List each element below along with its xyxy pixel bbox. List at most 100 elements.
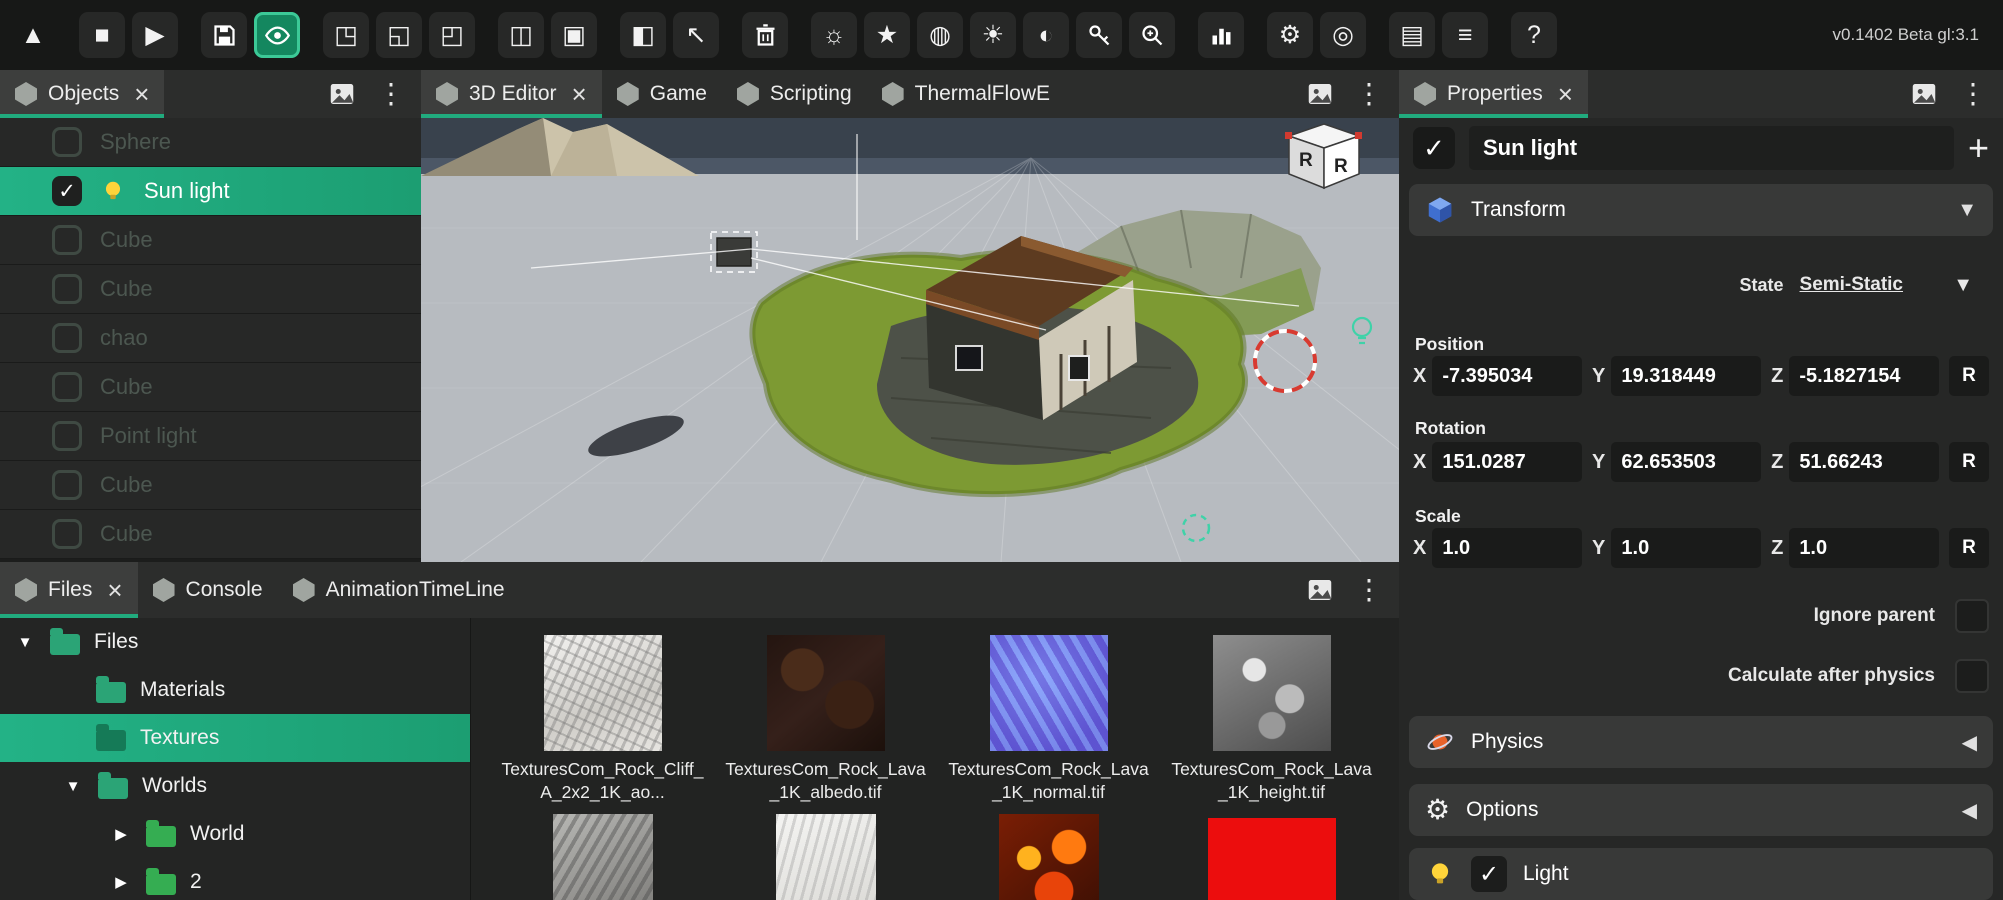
visibility-checkbox[interactable] [52,470,82,500]
visibility-checkbox[interactable] [52,225,82,255]
texture-thumbnail[interactable] [1208,818,1336,900]
eject-icon[interactable]: ▲ [10,12,56,58]
visibility-checkbox[interactable] [52,323,82,353]
rotation-reset-button[interactable]: R [1949,442,1989,482]
state-dropdown[interactable]: Semi-Static [1800,274,1903,296]
visibility-checkbox[interactable] [52,421,82,451]
contrast-icon[interactable]: ◐ [1023,12,1069,58]
more-options-icon[interactable]: ⋮ [1959,80,1987,108]
tree-item-world[interactable]: ▶ World [0,810,470,858]
visibility-icon[interactable] [254,12,300,58]
collapsed-arrow-icon[interactable]: ▶ [110,825,132,843]
list-item[interactable]: Cube [0,510,421,559]
collapse-arrow-icon[interactable]: ▼ [1957,199,1977,222]
position-z-input[interactable] [1789,356,1939,396]
tree-item-2[interactable]: ▶ 2 [0,858,470,900]
list-item[interactable]: Cube [0,363,421,412]
screenshot-icon[interactable] [1305,575,1335,605]
trash-icon[interactable] [742,12,788,58]
texture-thumbnail[interactable] [990,635,1108,751]
expand-arrow-icon[interactable]: ▼ [62,778,84,795]
brightness-icon[interactable]: ☀ [970,12,1016,58]
enabled-checkbox[interactable]: ✓ [1413,127,1455,169]
screenshot-icon[interactable] [327,79,357,109]
position-x-input[interactable] [1432,356,1582,396]
rotation-z-input[interactable] [1789,442,1939,482]
paste-icon[interactable]: ▣ [551,12,597,58]
key-icon[interactable] [1076,12,1122,58]
tab-scripting[interactable]: Scripting [722,70,867,118]
list-item[interactable]: Cube [0,216,421,265]
tab-animation-timeline[interactable]: AnimationTimeLine [278,562,520,618]
texture-thumbnail[interactable] [553,814,653,900]
texture-thumbnail[interactable] [999,814,1099,900]
close-icon[interactable]: × [107,577,122,603]
notifications-icon[interactable]: ◍ [917,12,963,58]
logs-icon[interactable]: ≡ [1442,12,1488,58]
new-window-icon[interactable]: ◳ [323,12,369,58]
calc-after-physics-checkbox[interactable] [1955,659,1989,693]
more-options-icon[interactable]: ⋮ [377,80,405,108]
position-y-input[interactable] [1611,356,1761,396]
close-icon[interactable]: × [134,81,149,107]
viewport-3d[interactable]: R R [421,118,1399,562]
add-component-button[interactable]: + [1968,127,1989,169]
help-icon[interactable]: ? [1511,12,1557,58]
tab-3d-editor[interactable]: 3D Editor × [421,70,602,118]
list-item[interactable]: Cube [0,461,421,510]
scale-z-input[interactable] [1789,528,1939,568]
tab-console[interactable]: Console [138,562,278,618]
list-item-selected[interactable]: ✓ Sun light [0,167,421,216]
engine-gear-icon[interactable]: ◎ [1320,12,1366,58]
scale-reset-button[interactable]: R [1949,528,1989,568]
settings-icon[interactable]: ⚙ [1267,12,1313,58]
texture-thumbnail[interactable] [1213,635,1331,751]
save-icon[interactable] [201,12,247,58]
more-options-icon[interactable]: ⋮ [1355,80,1383,108]
copy-icon[interactable]: ◫ [498,12,544,58]
texture-thumbnail[interactable] [767,635,885,751]
tree-item-materials[interactable]: Materials [0,666,470,714]
list-item[interactable]: Cube [0,265,421,314]
close-icon[interactable]: × [1558,81,1573,107]
tab-game[interactable]: Game [602,70,722,118]
move-tool-icon[interactable]: ↖ [673,12,719,58]
texture-thumbnail[interactable] [776,814,876,900]
list-item[interactable]: chao [0,314,421,363]
tab-objects[interactable]: Objects × [0,70,164,118]
transform-section-header[interactable]: Transform ▼ [1409,184,1993,236]
light-section-header[interactable]: ✓ Light [1409,848,1993,900]
screen-select-icon[interactable]: ◧ [620,12,666,58]
scale-y-input[interactable] [1611,528,1761,568]
float-window-icon[interactable]: ◰ [429,12,475,58]
list-item[interactable]: Sphere [0,118,421,167]
tab-properties[interactable]: Properties × [1399,70,1588,118]
screenshot-icon[interactable] [1305,79,1335,109]
list-item[interactable]: Point light [0,412,421,461]
dropdown-arrow-icon[interactable]: ▼ [1953,274,1973,297]
zoom-icon[interactable] [1129,12,1175,58]
position-reset-button[interactable]: R [1949,356,1989,396]
texture-thumbnail[interactable] [544,635,662,751]
play-icon[interactable]: ▶ [132,12,178,58]
visibility-checkbox[interactable] [52,274,82,304]
favorites-icon[interactable]: ★ [864,12,910,58]
rotation-y-input[interactable] [1611,442,1761,482]
visibility-checkbox[interactable] [52,372,82,402]
collapsed-arrow-icon[interactable]: ◀ [1962,798,1977,823]
expand-arrow-icon[interactable]: ▼ [14,634,36,651]
tab-files[interactable]: Files × [0,562,138,618]
more-options-icon[interactable]: ⋮ [1355,576,1383,604]
collapsed-arrow-icon[interactable]: ◀ [1962,730,1977,755]
visibility-checkbox[interactable] [52,127,82,157]
ignore-parent-checkbox[interactable] [1955,599,1989,633]
stop-icon[interactable]: ■ [79,12,125,58]
screenshot-icon[interactable] [1909,79,1939,109]
visibility-checkbox[interactable] [52,519,82,549]
object-name-input[interactable] [1469,126,1954,170]
rotation-x-input[interactable] [1432,442,1582,482]
tree-item-worlds[interactable]: ▼ Worlds [0,762,470,810]
close-icon[interactable]: × [572,81,587,107]
visibility-checkbox[interactable]: ✓ [52,176,82,206]
scale-x-input[interactable] [1432,528,1582,568]
